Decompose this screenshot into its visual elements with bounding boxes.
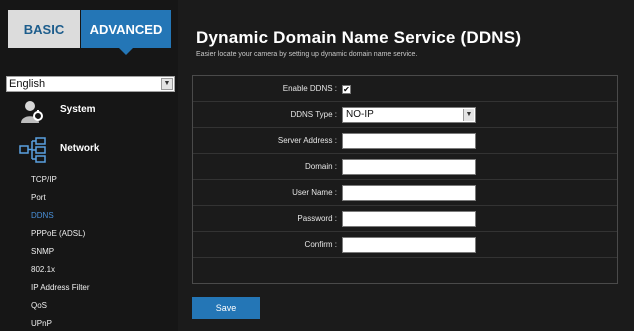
sidebar-item-network[interactable]: Network <box>0 134 178 166</box>
sidebar: BASIC ADVANCED English ▼ System Network … <box>0 0 178 331</box>
user-name-input[interactable] <box>342 185 476 201</box>
ddns-type-select[interactable]: NO-IP ▼ <box>342 107 476 123</box>
page-title: Dynamic Domain Name Service (DDNS) <box>196 28 522 47</box>
form-row-username: User Name : <box>193 180 617 206</box>
enable-ddns-checkbox[interactable]: ✔ <box>342 85 351 94</box>
sidebar-subitem-8021x[interactable]: 802.1x <box>31 264 55 276</box>
sidebar-item-network-label: Network <box>60 143 100 154</box>
tab-basic[interactable]: BASIC <box>8 10 80 48</box>
domain-input[interactable] <box>342 159 476 175</box>
network-tree-icon <box>19 137 46 163</box>
tab-advanced[interactable]: ADVANCED <box>81 10 171 55</box>
language-select[interactable]: English ▼ <box>6 76 175 92</box>
sidebar-subitem-ip-filter[interactable]: IP Address Filter <box>31 282 90 294</box>
domain-label: Domain : <box>304 162 337 171</box>
app-window: BASIC ADVANCED English ▼ System Network … <box>0 0 634 331</box>
admin-user-icon <box>21 101 43 123</box>
form-row-server: Server Address : <box>193 128 617 154</box>
enable-ddns-label: Enable DDNS : <box>282 84 337 93</box>
active-tab-pointer <box>119 48 133 55</box>
language-value: English <box>9 78 46 90</box>
sidebar-subitem-upnp[interactable]: UPnP <box>31 318 52 330</box>
confirm-label: Confirm : <box>304 240 337 249</box>
chevron-down-icon: ▼ <box>463 109 474 121</box>
server-address-input[interactable] <box>342 133 476 149</box>
sidebar-subitem-qos[interactable]: QoS <box>31 300 47 312</box>
sidebar-subitem-tcpip[interactable]: TCP/IP <box>31 174 57 186</box>
sidebar-subitem-port[interactable]: Port <box>31 192 46 204</box>
form-row-type: DDNS Type : NO-IP ▼ <box>193 102 617 128</box>
main-content: Dynamic Domain Name Service (DDNS) Easie… <box>178 0 634 331</box>
sidebar-subitem-snmp[interactable]: SNMP <box>31 246 54 258</box>
sidebar-item-system[interactable]: System <box>0 95 178 127</box>
confirm-input[interactable] <box>342 237 476 253</box>
form-row-password: Password : <box>193 206 617 232</box>
chevron-down-icon: ▼ <box>161 78 173 90</box>
tab-basic-label: BASIC <box>23 21 65 37</box>
tab-advanced-label: ADVANCED <box>89 21 163 37</box>
password-input[interactable] <box>342 211 476 227</box>
sidebar-subitem-ddns[interactable]: DDNS <box>31 210 54 222</box>
ddns-form: Enable DDNS : ✔ DDNS Type : NO-IP ▼ Serv… <box>192 75 618 284</box>
form-row-domain: Domain : <box>193 154 617 180</box>
form-row-enable: Enable DDNS : ✔ <box>193 76 617 102</box>
ddns-type-value: NO-IP <box>346 109 374 120</box>
server-address-label: Server Address : <box>277 136 337 145</box>
sidebar-item-system-label: System <box>60 104 96 115</box>
page-subtitle: Easier locate your camera by setting up … <box>196 51 418 58</box>
form-row-confirm: Confirm : <box>193 232 617 258</box>
user-name-label: User Name : <box>292 188 337 197</box>
sidebar-subitem-pppoe[interactable]: PPPoE (ADSL) <box>31 228 85 240</box>
ddns-type-label: DDNS Type : <box>290 110 337 119</box>
save-button[interactable]: Save <box>192 297 260 319</box>
password-label: Password : <box>297 214 337 223</box>
